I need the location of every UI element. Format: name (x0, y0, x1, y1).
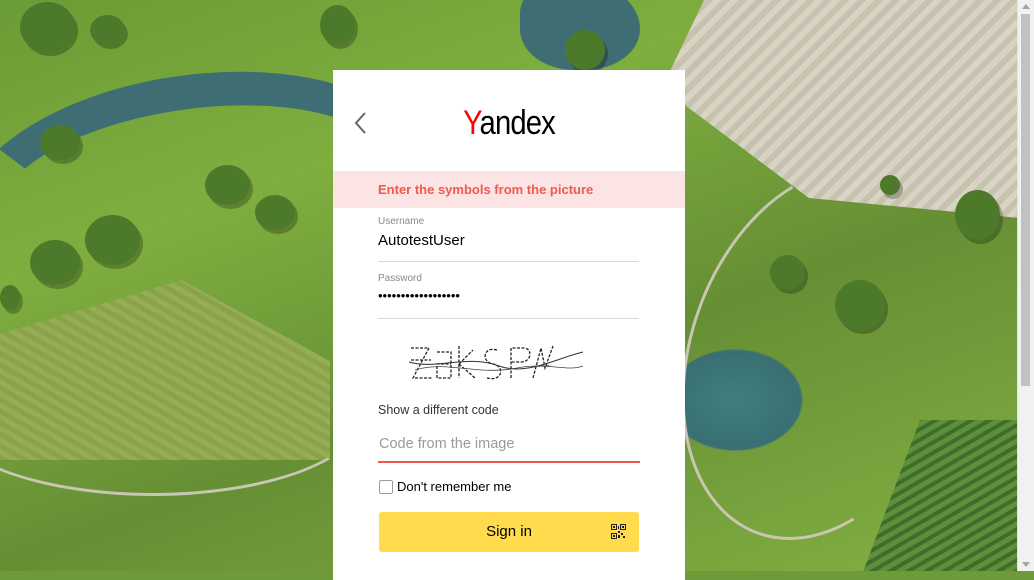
password-label: Password (378, 273, 422, 284)
login-card: Yandex Enter the symbols from the pictur… (333, 70, 685, 580)
bg-tree (880, 175, 900, 195)
bg-tree (565, 30, 605, 70)
username-label: Username (378, 216, 425, 227)
error-message: Enter the symbols from the picture (378, 182, 594, 197)
qr-code-icon[interactable] (611, 524, 626, 539)
captcha-code-input[interactable] (378, 427, 640, 463)
bg-tree (40, 125, 80, 160)
yandex-logo: Yandex (358, 104, 661, 143)
bg-tree (835, 280, 885, 330)
captcha-image (408, 345, 584, 380)
bg-tree (85, 215, 140, 265)
logo-letter-y: Y (463, 104, 480, 142)
scroll-up-arrow-icon[interactable] (1022, 4, 1030, 9)
sign-in-label: Sign in (486, 523, 532, 540)
logo-text: andex (479, 104, 556, 142)
bg-tree (770, 255, 805, 290)
password-value[interactable]: •••••••••••••••••• (378, 288, 460, 303)
bg-tree (30, 240, 80, 285)
password-underline (378, 318, 639, 319)
scroll-thumb[interactable] (1021, 14, 1030, 386)
bg-tree (205, 165, 250, 205)
error-banner: Enter the symbols from the picture (333, 171, 685, 208)
bg-tree (0, 285, 20, 310)
show-different-code-link[interactable]: Show a different code (378, 403, 499, 417)
bg-tree (320, 5, 355, 45)
dont-remember-checkbox[interactable] (379, 480, 393, 494)
bg-tree (255, 195, 295, 230)
bg-tree (90, 15, 125, 45)
bg-tree (955, 190, 1000, 240)
sign-in-button[interactable]: Sign in (379, 512, 639, 552)
scroll-down-arrow-icon[interactable] (1022, 562, 1030, 567)
username-value[interactable]: AutotestUser (378, 232, 465, 249)
bg-tree (20, 2, 75, 52)
dont-remember-label[interactable]: Don't remember me (397, 479, 511, 494)
page-scrollbar[interactable] (1017, 0, 1034, 571)
username-underline (378, 261, 639, 262)
